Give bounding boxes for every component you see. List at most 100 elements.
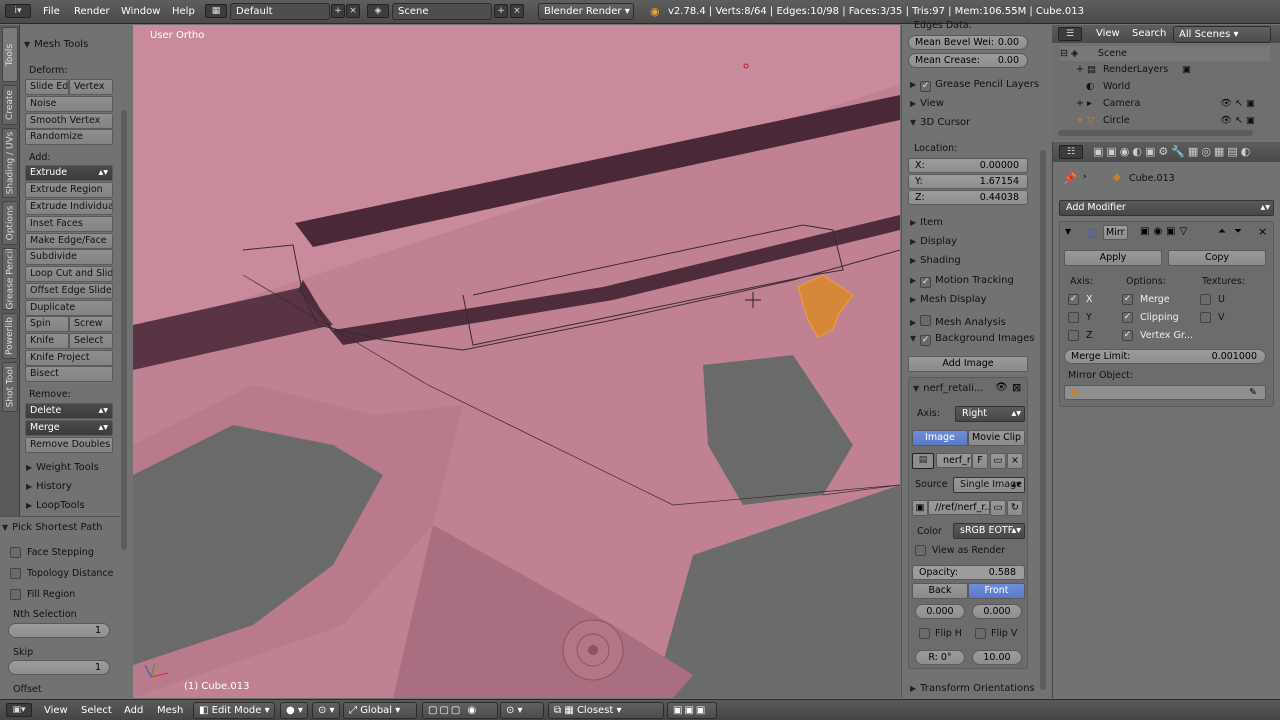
tab-create[interactable]: Create bbox=[2, 85, 18, 125]
mean-bevel-field[interactable]: Mean Bevel Wei: 0.00 bbox=[908, 35, 1028, 50]
add-scene-icon[interactable]: + bbox=[494, 4, 508, 18]
grease-pencil-layers-header[interactable]: ▶ ✓ Grease Pencil Layers bbox=[910, 79, 1039, 92]
mesh-tools-header[interactable]: ▼ Mesh Tools bbox=[24, 39, 88, 50]
fake-user-button[interactable]: F bbox=[972, 453, 988, 469]
offset-y-field[interactable]: 0.000 bbox=[972, 604, 1022, 619]
mode-select[interactable]: ◧ Edit Mode ▾ bbox=[193, 702, 275, 719]
layout-field[interactable]: Default bbox=[230, 3, 330, 20]
outliner-filter-select[interactable]: All Scenes ▾ bbox=[1173, 26, 1271, 43]
apply-button[interactable]: Apply bbox=[1064, 250, 1162, 266]
image-toggle[interactable]: Image bbox=[912, 430, 968, 446]
mirror-object-field[interactable]: ◆ ✎ bbox=[1064, 385, 1266, 400]
properties-region-scrollbar[interactable] bbox=[1040, 150, 1046, 690]
menu-view[interactable]: View bbox=[44, 705, 68, 716]
tab-shot-tool[interactable]: Shot Tool bbox=[2, 362, 18, 412]
nth-selection-field[interactable]: 1 bbox=[8, 623, 110, 638]
knife-select-button[interactable]: Select bbox=[69, 333, 113, 349]
mesh-display-header[interactable]: ▶ Mesh Display bbox=[910, 294, 987, 305]
add-image-button[interactable]: Add Image bbox=[908, 356, 1028, 372]
axis-x-checkbox[interactable]: ✓ bbox=[1068, 294, 1079, 305]
mesh-render[interactable] bbox=[133, 25, 900, 698]
outliner-view-menu[interactable]: View bbox=[1096, 28, 1120, 39]
visibility-eye-icon[interactable]: 👁 ↖ ▣ bbox=[1220, 98, 1255, 109]
screen-layout-icon[interactable]: ▦ bbox=[205, 4, 227, 18]
editor-type-icon[interactable]: i▾ bbox=[5, 4, 31, 18]
screw-button[interactable]: Screw bbox=[69, 316, 113, 332]
skip-field[interactable]: 1 bbox=[8, 660, 110, 675]
file-browse-icon[interactable]: ▭ bbox=[990, 500, 1006, 516]
pick-shortest-header[interactable]: ▼ Pick Shortest Path bbox=[2, 522, 102, 533]
outliner-h-scrollbar[interactable] bbox=[1058, 130, 1253, 136]
back-toggle[interactable]: Back bbox=[912, 583, 968, 599]
display-header[interactable]: ▶ Display bbox=[910, 236, 957, 247]
add-layout-icon[interactable]: + bbox=[331, 4, 345, 18]
image-browse-icon[interactable]: ▤ bbox=[912, 453, 934, 469]
cursor-x-field[interactable]: X: 0.00000 bbox=[908, 158, 1028, 173]
flip-h-checkbox[interactable] bbox=[919, 628, 930, 639]
modifier-visibility-icons[interactable]: ▣◉▣▽ bbox=[1140, 226, 1191, 237]
orientation-select[interactable]: ⤢ Global ▾ bbox=[343, 702, 417, 719]
close-icon[interactable]: × bbox=[1258, 225, 1267, 238]
tab-powerlib[interactable]: Powerlib bbox=[2, 313, 18, 359]
menu-add[interactable]: Add bbox=[124, 705, 143, 716]
source-select[interactable]: Single Image ▴▾ bbox=[953, 477, 1025, 493]
color-space-select[interactable]: sRGB EOTF ▴▾ bbox=[953, 523, 1025, 539]
pivot-point-select[interactable]: ⊙ ▾ bbox=[312, 702, 340, 719]
scene-icon[interactable]: ◈ bbox=[367, 4, 389, 18]
motion-tracking-checkbox[interactable]: ✓ bbox=[920, 277, 932, 288]
folder-icon[interactable]: ▭ bbox=[990, 453, 1006, 469]
render-engine-select[interactable]: Blender Render ▾ bbox=[538, 3, 634, 20]
tab-options[interactable]: Options bbox=[2, 201, 18, 245]
remove-layout-icon[interactable]: × bbox=[346, 4, 360, 18]
size-field[interactable]: 10.00 bbox=[972, 650, 1022, 665]
outliner-editor-icon[interactable]: ☰ bbox=[1058, 27, 1082, 41]
clipping-checkbox[interactable]: ✓ bbox=[1122, 312, 1133, 323]
eye-icon[interactable]: 👁 bbox=[995, 382, 1008, 393]
mean-crease-field[interactable]: Mean Crease: 0.00 bbox=[908, 53, 1028, 68]
3d-cursor-header[interactable]: ▼ 3D Cursor bbox=[910, 117, 970, 128]
motion-tracking-header[interactable]: ▶ ✓ Motion Tracking bbox=[910, 275, 1014, 288]
flip-v-checkbox[interactable] bbox=[975, 628, 986, 639]
knife-button[interactable]: Knife bbox=[25, 333, 69, 349]
filepath-field[interactable]: //ref/nerf_r... bbox=[928, 500, 990, 515]
bisect-button[interactable]: Bisect bbox=[25, 366, 113, 382]
menu-help[interactable]: Help bbox=[172, 6, 195, 17]
delete-menu[interactable]: Delete ▴▾ bbox=[25, 403, 113, 419]
move-down-icon[interactable]: ⏷ bbox=[1234, 226, 1242, 237]
subdivide-button[interactable]: Subdivide bbox=[25, 249, 113, 265]
inset-faces-button[interactable]: Inset Faces bbox=[25, 216, 113, 232]
extrude-individual-button[interactable]: Extrude Individual bbox=[25, 199, 113, 215]
image-name-field[interactable]: nerf_re bbox=[936, 453, 972, 468]
background-images-header[interactable]: ▼ ✓ Background Images bbox=[910, 333, 1035, 346]
spin-button[interactable]: Spin bbox=[25, 316, 69, 332]
fill-region-checkbox[interactable] bbox=[10, 589, 21, 600]
context-tabs-icons[interactable]: ▣▣◉◐▣⚙🔧▦◎▦▤◐ bbox=[1093, 145, 1253, 158]
menu-select[interactable]: Select bbox=[81, 705, 112, 716]
scene-field[interactable]: Scene bbox=[392, 3, 492, 20]
menu-window[interactable]: Window bbox=[121, 6, 160, 17]
tab-shading-uvs[interactable]: Shading / UVs bbox=[2, 128, 18, 198]
opacity-slider[interactable]: Opacity: 0.588 bbox=[912, 565, 1025, 580]
proportional-edit-select[interactable]: ⊙ ▾ bbox=[500, 702, 544, 719]
close-icon[interactable]: ⊠ bbox=[1012, 381, 1021, 394]
rotation-field[interactable]: R: 0° bbox=[915, 650, 965, 665]
looptools-header[interactable]: ▶ LoopTools bbox=[26, 500, 85, 511]
list-item[interactable]: + ▤ RenderLayers ▣ bbox=[1060, 62, 1270, 77]
snap-select[interactable]: ⧉ ▦ Closest ▾ bbox=[548, 702, 664, 719]
merge-menu[interactable]: Merge ▴▾ bbox=[25, 420, 113, 436]
extrude-region-button[interactable]: Extrude Region bbox=[25, 182, 113, 198]
shading-header[interactable]: ▶ Shading bbox=[910, 255, 961, 266]
make-edge-face-button[interactable]: Make Edge/Face bbox=[25, 233, 113, 249]
camera-layer-icon[interactable]: ▣ bbox=[1182, 64, 1191, 75]
tab-tools[interactable]: Tools bbox=[2, 27, 18, 82]
list-item[interactable]: ⊟ ◈ Scene bbox=[1060, 46, 1270, 61]
3d-viewport[interactable]: User Ortho (1) Cube.013 bbox=[133, 25, 900, 698]
menu-mesh[interactable]: Mesh bbox=[157, 705, 183, 716]
offset-x-field[interactable]: 0.000 bbox=[915, 604, 965, 619]
topology-distance-checkbox[interactable] bbox=[10, 568, 21, 579]
list-item[interactable]: ◐ World bbox=[1060, 79, 1270, 94]
selection-mode-buttons[interactable]: ▢▢▢ ◉ bbox=[422, 702, 498, 719]
cursor-z-field[interactable]: Z: 0.44038 bbox=[908, 190, 1028, 205]
texture-u-checkbox[interactable] bbox=[1200, 294, 1211, 305]
render-tools-icons[interactable]: ▣▣▣ bbox=[667, 702, 717, 719]
